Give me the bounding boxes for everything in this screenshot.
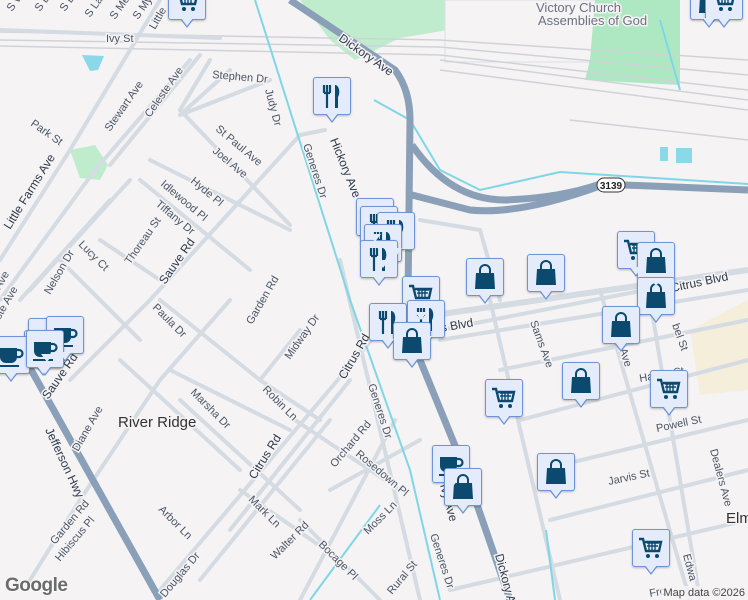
map-attribution[interactable]: Map data ©2026	[660, 586, 748, 600]
street-label-hickory: Hickory Ave	[327, 136, 364, 200]
shopping-bag-icon	[611, 312, 631, 337]
street-label-judy: Judy Dr	[262, 88, 283, 128]
street-label-citrus-rd: Citrus Rd	[246, 432, 284, 482]
street-label-jarvis: Jarvis St	[607, 467, 651, 488]
bag-marker[interactable]	[537, 453, 575, 499]
street-label-moss: Moss Ln	[362, 499, 400, 537]
map-canvas[interactable]: 3139 Ivy St Little Little Farms Ave Stephen…	[0, 0, 748, 600]
shopping-bag-icon	[646, 283, 666, 308]
shopping-cart-icon	[492, 387, 516, 408]
street-label-midway: Midway Dr	[283, 312, 323, 362]
place-label-elmwood: Elm	[726, 510, 748, 527]
restaurant-icon	[322, 85, 340, 108]
street-label-little-top: Little	[147, 5, 169, 31]
highway-shield: 3139	[596, 177, 626, 193]
street-label-park: Park St	[28, 118, 64, 149]
cart-marker[interactable]	[632, 529, 670, 575]
shopping-bag-icon	[475, 264, 495, 289]
street-label-garden-top: Garden Rd	[244, 274, 281, 327]
street-label-little-farms: Little Farms Ave	[1, 151, 59, 231]
cart-marker[interactable]	[650, 370, 688, 416]
street-label-s-v: S W	[5, 0, 27, 14]
pond	[660, 147, 668, 161]
shopping-cart-icon	[657, 378, 681, 399]
shopping-bag-icon	[546, 459, 566, 484]
street-label-sauve-top: Sauve Rd	[156, 236, 198, 287]
bag-marker[interactable]	[527, 254, 565, 300]
cart-marker[interactable]	[705, 0, 743, 28]
shopping-bag-icon	[536, 260, 556, 285]
shopping-bag-icon	[646, 248, 666, 273]
shopping-bag-icon	[571, 368, 591, 393]
highway-shield-number: 3139	[600, 181, 623, 192]
street-label-citrus-blvd: Citrus Blvd	[670, 269, 730, 295]
bag-marker[interactable]	[637, 242, 675, 288]
poi-label-church-line2: Assemblies of God	[538, 13, 647, 28]
coffee-marker[interactable]	[26, 330, 64, 376]
street-label-thoreau: Thoreau St	[123, 215, 164, 266]
park-area	[300, 0, 450, 60]
pond	[676, 148, 692, 163]
fork-marker[interactable]	[313, 77, 351, 123]
street-label-s-d: S D	[33, 0, 53, 14]
street-label-douglas: Douglas Dr	[158, 550, 203, 600]
shopping-cart-icon	[179, 0, 198, 11]
coffee-cup-icon	[0, 348, 24, 367]
bag-marker[interactable]	[602, 306, 640, 352]
street-label-stephen: Stephen Dr	[212, 69, 269, 86]
pond	[82, 55, 104, 71]
cart-marker[interactable]	[168, 0, 206, 28]
shopping-cart-icon	[639, 537, 663, 558]
street-label-s-la: S La	[83, 0, 106, 20]
street-label-arbor: Arbor Ln	[156, 504, 194, 542]
street-label-ivy: Ivy St	[106, 33, 134, 45]
bag-marker[interactable]	[466, 258, 504, 304]
place-label-river-ridge: River Ridge	[118, 414, 196, 431]
street-label-diane: Diane Ave	[70, 404, 105, 453]
street-label-s-b: S B	[58, 0, 78, 14]
commercial-area	[690, 300, 748, 395]
street-label-s-mea: S Mea	[108, 0, 137, 22]
cart-marker[interactable]	[485, 379, 523, 425]
bag-marker[interactable]	[562, 362, 600, 408]
google-logo: Google	[5, 575, 68, 596]
shopping-cart-icon	[716, 0, 735, 11]
